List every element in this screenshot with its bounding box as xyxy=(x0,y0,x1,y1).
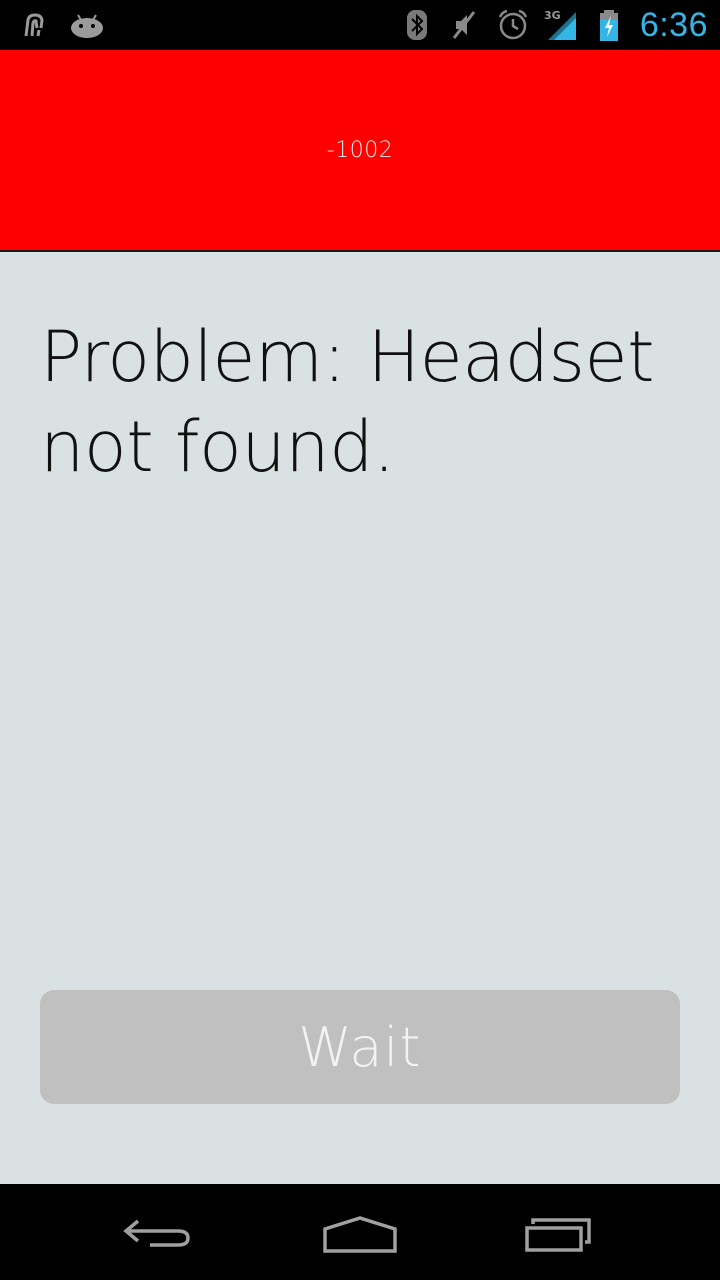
recent-apps-button[interactable] xyxy=(507,1202,617,1262)
recent-apps-icon xyxy=(525,1218,591,1252)
back-button[interactable] xyxy=(105,1202,215,1262)
battery-charging-icon xyxy=(592,8,626,42)
error-code-banner: -1002 xyxy=(0,50,720,252)
usb-debug-icon xyxy=(18,8,52,42)
problem-message: Problem: Headset not found. xyxy=(40,316,655,488)
network-type-label: 3G xyxy=(544,9,561,22)
wait-button[interactable]: Wait xyxy=(40,990,680,1104)
navigation-bar xyxy=(0,1184,720,1280)
clock: 6:36 xyxy=(639,6,708,44)
notification-icons xyxy=(18,8,104,42)
mute-icon xyxy=(448,8,482,42)
android-icon xyxy=(70,8,104,42)
system-status-icons: 3G 6:36 xyxy=(400,6,708,44)
home-icon xyxy=(323,1216,397,1253)
signal-icon: 3G xyxy=(544,8,578,42)
back-icon xyxy=(123,1219,190,1247)
alarm-icon xyxy=(496,8,530,42)
status-bar: 3G 6:36 xyxy=(0,0,720,50)
home-button[interactable] xyxy=(305,1202,415,1262)
error-code: -1002 xyxy=(326,137,394,163)
bluetooth-icon xyxy=(400,8,434,42)
